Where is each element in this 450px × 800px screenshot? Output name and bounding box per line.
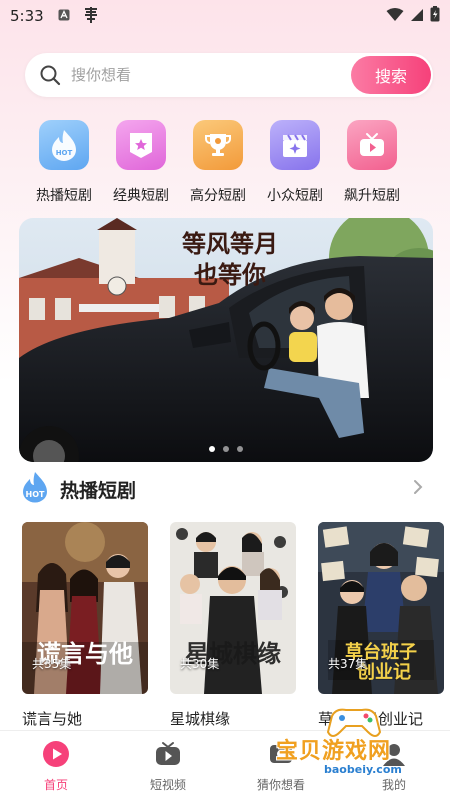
section-header-hot: HOT 热播短剧 <box>20 471 430 507</box>
site-watermark: 宝贝游戏网 baobeiy.com <box>268 700 450 790</box>
watermark-url: baobeiy.com <box>324 763 402 776</box>
carousel-dot[interactable] <box>209 446 215 452</box>
signal-icon <box>410 7 424 26</box>
category-niche[interactable]: 小众短剧 <box>256 120 334 210</box>
category-rising[interactable]: 飙升短剧 <box>333 120 411 210</box>
tv-play-icon <box>347 120 397 170</box>
trophy-icon <box>193 120 243 170</box>
banner-title-line2: 也等你 <box>194 260 266 289</box>
search-button[interactable]: 搜索 <box>351 56 431 94</box>
tab-label: 短视频 <box>149 778 186 792</box>
tab-short-video[interactable]: 短视频 <box>123 739 213 793</box>
category-label: 飙升短剧 <box>344 188 400 204</box>
star-badge-icon <box>116 120 166 170</box>
search-icon <box>39 64 61 86</box>
home-play-icon <box>41 739 71 769</box>
hot-drop-icon: HOT <box>39 120 89 170</box>
drama-card[interactable]: 星城棋缘 共30集 星城棋缘 <box>170 522 298 729</box>
notification-a-icon <box>58 9 70 24</box>
wifi-icon <box>386 7 404 26</box>
watermark-text: 宝贝游戏网 <box>276 739 392 764</box>
search-bar[interactable]: 搜索 <box>25 53 433 97</box>
carousel-dots <box>19 446 433 452</box>
category-high-score[interactable]: 高分短剧 <box>179 120 257 210</box>
banner-title-line1: 等风等月 <box>182 229 278 258</box>
clapperboard-icon <box>270 120 320 170</box>
short-video-icon <box>153 739 183 769</box>
search-input[interactable] <box>71 63 321 87</box>
banner-title: 等风等月 也等你 <box>171 228 289 290</box>
drama-card[interactable]: 草台班子 创业记 共37集 草台班子创业记 <box>318 522 446 729</box>
category-classic[interactable]: 经典短剧 <box>102 120 180 210</box>
category-label: 高分短剧 <box>190 188 246 204</box>
category-hot[interactable]: HOT 热播短剧 <box>25 120 103 210</box>
battery-icon <box>430 6 440 26</box>
drama-card[interactable]: 谎言与他 共35集 谎言与她 <box>22 522 150 729</box>
status-time: 5:33 <box>10 7 44 25</box>
drama-poster: 星城棋缘 共30集 <box>170 522 296 694</box>
chevron-right-icon[interactable] <box>412 479 424 499</box>
hot-badge-text: HOT <box>26 490 45 499</box>
episode-count: 共35集 <box>32 657 72 671</box>
category-label: 经典短剧 <box>113 188 169 204</box>
tab-home[interactable]: 首页 <box>11 739 101 793</box>
episode-count: 共30集 <box>180 657 220 671</box>
carousel-dot[interactable] <box>237 446 243 452</box>
drama-poster: 草台班子 创业记 共37集 <box>318 522 444 694</box>
episode-count: 共37集 <box>328 657 368 671</box>
app-notification-icon <box>82 6 100 27</box>
hot-badge-icon: HOT <box>20 471 50 507</box>
status-bar: 5:33 <box>0 0 450 32</box>
svg-text:HOT: HOT <box>56 149 73 157</box>
category-label: 小众短剧 <box>267 188 323 204</box>
tab-label: 首页 <box>43 778 68 792</box>
category-label: 热播短剧 <box>36 188 92 204</box>
drama-title: 谎言与她 <box>22 710 83 728</box>
drama-poster: 谎言与他 共35集 <box>22 522 148 694</box>
banner-carousel[interactable]: 等风等月 也等你 <box>19 218 433 462</box>
section-title: 热播短剧 <box>60 479 137 502</box>
carousel-dot[interactable] <box>223 446 229 452</box>
category-row: HOT 热播短剧 经典短剧 高分短剧 小众短剧 飙升短剧 <box>25 120 425 210</box>
